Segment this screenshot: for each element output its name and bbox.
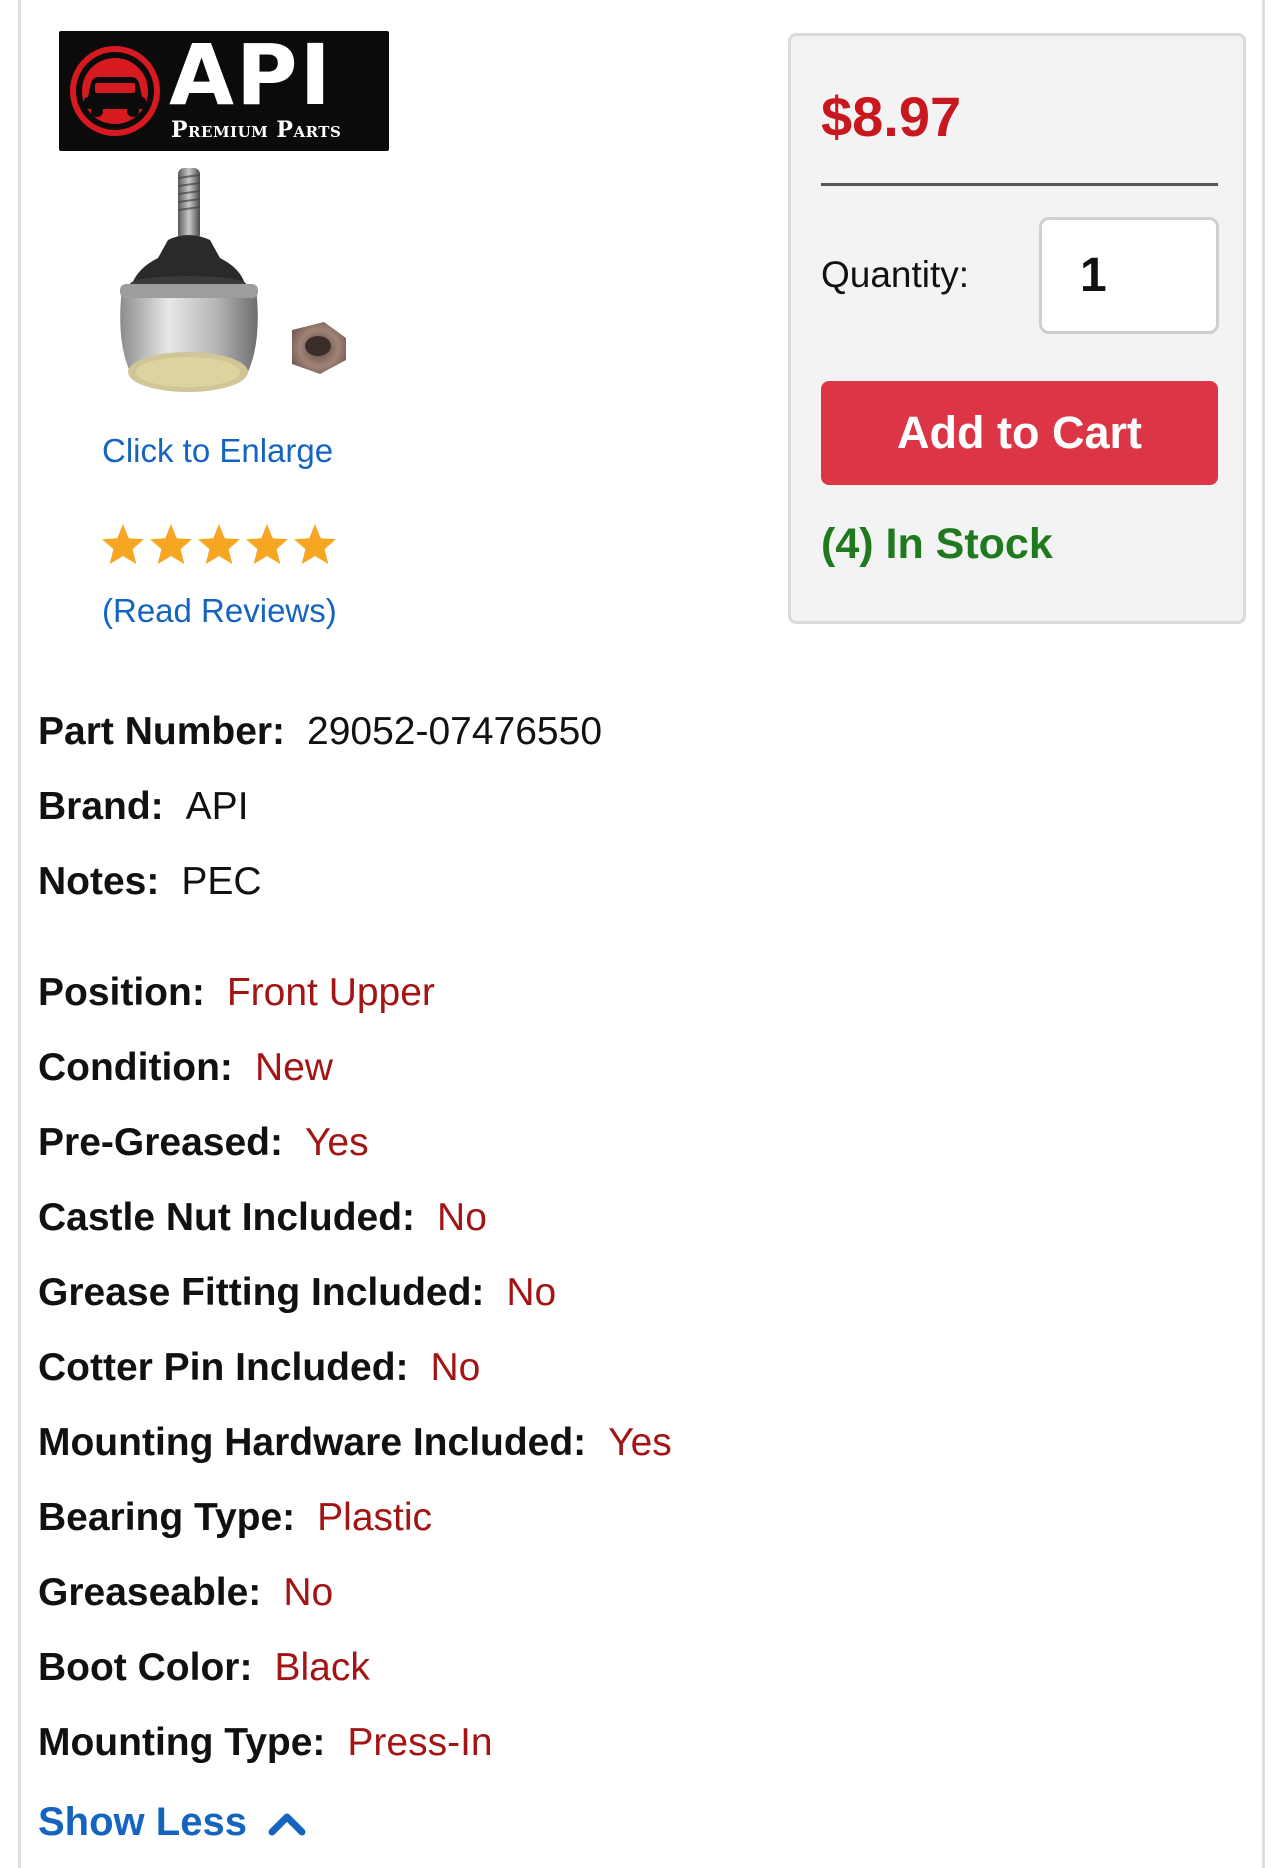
spec-label: Condition: [38, 1046, 233, 1089]
spec-value: Plastic [317, 1496, 433, 1539]
logo-tagline: Premium Parts [171, 117, 342, 143]
stock-status: (4) In Stock [821, 520, 1053, 568]
spec-value: API [185, 785, 249, 828]
spec-label: Pre-Greased: [38, 1121, 283, 1164]
spec-label: Notes: [38, 860, 160, 903]
spec-row-bearing-type: Bearing Type: Plastic [38, 1498, 432, 1537]
add-to-cart-button[interactable]: Add to Cart [821, 381, 1218, 485]
spec-label: Brand: [38, 785, 164, 828]
spec-row-notes: Notes: PEC [38, 862, 262, 901]
logo-wordmark: API [169, 26, 333, 124]
ball-joint-image [120, 168, 346, 392]
spec-value: PEC [181, 860, 262, 903]
star-icon [148, 522, 194, 566]
spec-row-mounting-type: Mounting Type: Press-In [38, 1723, 493, 1762]
spec-value: Yes [304, 1121, 369, 1164]
show-less-label: Show Less [38, 1800, 247, 1844]
spec-row-mounting-hardware: Mounting Hardware Included: Yes [38, 1423, 672, 1462]
spec-row-cotter-pin: Cotter Pin Included: No [38, 1348, 480, 1387]
spec-label: Mounting Hardware Included: [38, 1421, 587, 1464]
spec-row-part-number: Part Number: 29052-07476550 [38, 712, 602, 751]
star-icon [292, 522, 338, 566]
quantity-label: Quantity: [821, 254, 970, 295]
spec-value: Front Upper [226, 971, 435, 1014]
spec-row-greaseable: Greaseable: No [38, 1573, 333, 1612]
spec-label: Position: [38, 971, 205, 1014]
spec-row-brand: Brand: API [38, 787, 249, 826]
spec-value: No [506, 1271, 557, 1314]
read-reviews-link[interactable]: (Read Reviews) [102, 592, 337, 630]
show-less-button[interactable]: Show Less [38, 1800, 307, 1845]
spec-row-grease-fitting: Grease Fitting Included: No [38, 1273, 556, 1312]
quantity-input[interactable] [1039, 217, 1219, 334]
spec-label: Bearing Type: [38, 1496, 296, 1539]
spec-label: Grease Fitting Included: [38, 1271, 485, 1314]
spec-value: 29052-07476550 [307, 710, 603, 753]
spec-value: Black [274, 1646, 370, 1689]
product-page: API Premium Parts Click to Enlarge (Read… [0, 0, 1284, 1868]
spec-value: No [430, 1346, 481, 1389]
star-icon [244, 522, 290, 566]
page-border-right [1262, 0, 1265, 1868]
spec-row-castle-nut: Castle Nut Included: No [38, 1198, 487, 1237]
spec-label: Greaseable: [38, 1571, 262, 1614]
spec-row-condition: Condition: New [38, 1048, 333, 1087]
spec-label: Castle Nut Included: [38, 1196, 416, 1239]
spec-value: Press-In [347, 1721, 493, 1764]
price-divider [821, 183, 1218, 186]
spec-value: New [254, 1046, 333, 1089]
star-icon [100, 522, 146, 566]
price: $8.97 [821, 85, 962, 148]
purchase-box: $8.97 Quantity: Add to Cart (4) In Stock [788, 33, 1246, 624]
spec-label: Cotter Pin Included: [38, 1346, 409, 1389]
chevron-up-icon [268, 1813, 306, 1835]
brand-logo: API Premium Parts [59, 31, 389, 151]
spec-label: Part Number: [38, 710, 286, 753]
spec-label: Mounting Type: [38, 1721, 326, 1764]
spec-value: No [283, 1571, 334, 1614]
rating-stars[interactable] [100, 522, 338, 566]
car-badge-icon [70, 46, 160, 136]
spec-row-boot-color: Boot Color: Black [38, 1648, 370, 1687]
spec-value: No [437, 1196, 487, 1239]
star-icon [196, 522, 242, 566]
product-image[interactable] [80, 160, 380, 420]
spec-row-pre-greased: Pre-Greased: Yes [38, 1123, 369, 1162]
spec-value: Yes [608, 1421, 672, 1464]
click-to-enlarge-link[interactable]: Click to Enlarge [102, 432, 333, 470]
spec-row-position: Position: Front Upper [38, 973, 435, 1012]
spec-label: Boot Color: [38, 1646, 253, 1689]
page-border-left [18, 0, 21, 1868]
